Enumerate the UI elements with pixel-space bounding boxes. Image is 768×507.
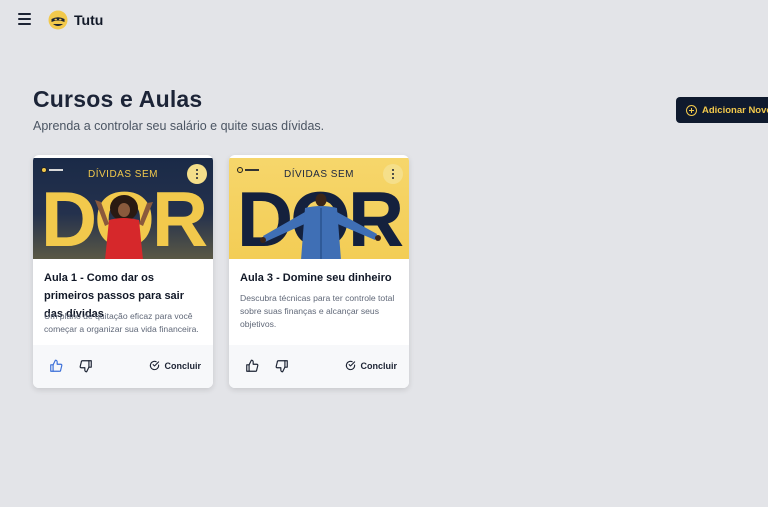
thumbs-down-icon[interactable] — [79, 359, 93, 373]
add-new-button[interactable]: Adicionar Novo C — [676, 97, 768, 123]
hamburger-menu-icon[interactable] — [18, 13, 32, 27]
course-title[interactable]: Aula 3 - Domine seu dinheiro — [240, 269, 402, 287]
card-footer: Concluir — [229, 345, 409, 388]
thumbs-down-icon[interactable] — [275, 359, 289, 373]
page-title: Cursos e Aulas — [33, 86, 203, 112]
conclude-label: Concluir — [360, 360, 397, 371]
page-subtitle: Aprenda a controlar seu salário e quite … — [33, 119, 325, 133]
more-options-button[interactable] — [383, 164, 403, 184]
conclude-label: Concluir — [164, 360, 201, 371]
thumbs-up-icon[interactable] — [245, 359, 259, 373]
ninja-logo-icon[interactable] — [48, 10, 68, 30]
person-celebrating-image — [260, 193, 381, 259]
person-celebrating-image — [95, 195, 153, 259]
course-thumbnail: DÍVIDAS SEM DOR — [33, 158, 213, 259]
app-name: Tutu — [74, 12, 104, 28]
course-description: Um plano de quitação eficaz para você co… — [44, 311, 199, 334]
course-description: Descubra técnicas para ter controle tota… — [240, 293, 395, 329]
check-circle-icon — [150, 360, 160, 371]
card-footer: Concluir — [33, 345, 213, 388]
conclude-button[interactable]: Concluir — [149, 360, 201, 371]
check-circle-icon — [346, 360, 356, 371]
thumbs-up-icon[interactable] — [49, 359, 63, 373]
top-bar: Tutu — [0, 0, 768, 40]
course-card[interactable]: DÍVIDAS SEM DOR Aula 3 - Domine seu dinh… — [229, 155, 409, 388]
plus-circle-icon — [686, 104, 697, 116]
more-options-button[interactable] — [187, 164, 207, 184]
conclude-button[interactable]: Concluir — [345, 360, 397, 371]
add-new-button-label: Adicionar Novo C — [702, 104, 768, 116]
course-card[interactable]: DÍVIDAS SEM DOR Aula 1 - Como dar os pri… — [33, 155, 213, 388]
course-thumbnail: DÍVIDAS SEM DOR — [229, 158, 409, 259]
